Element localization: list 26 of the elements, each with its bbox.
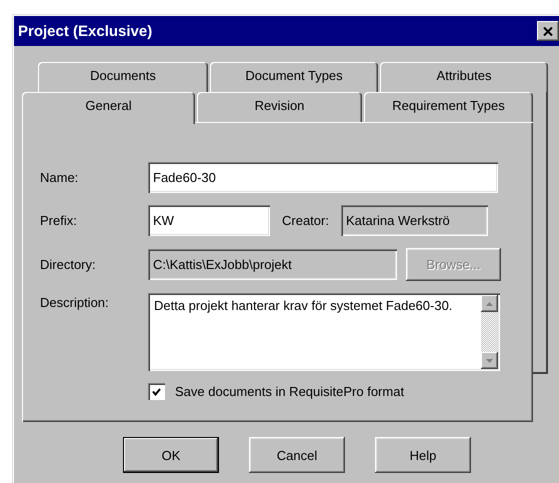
scrollbar[interactable]: [481, 295, 498, 369]
description-field[interactable]: Detta projekt hanterar krav för systemet Fade60-30.: [148, 293, 500, 371]
description-label: Description:: [40, 294, 110, 310]
dialog-button[interactable]: Help: [375, 437, 471, 473]
check-icon: [152, 388, 161, 396]
dialog-button[interactable]: Cancel: [249, 437, 345, 473]
creator-label: Creator:: [282, 213, 329, 228]
prefix-label: Prefix:: [40, 213, 78, 228]
tab[interactable]: Attributes: [380, 62, 548, 92]
window-title: Project (Exclusive): [18, 22, 152, 40]
dialog-button[interactable]: OK: [123, 437, 219, 473]
tab[interactable]: Requirement Types: [364, 92, 533, 122]
tab[interactable]: Document Types: [210, 62, 378, 92]
tab[interactable]: General: [22, 92, 195, 124]
name-label: Name:: [40, 170, 80, 185]
checkbox[interactable]: [148, 383, 165, 400]
tab[interactable]: Revision: [197, 92, 362, 122]
up-arrow-icon: [486, 302, 493, 306]
checkbox-label: Save documents in RequisitePro format: [175, 384, 404, 399]
name-field[interactable]: Fade60-30: [148, 162, 498, 193]
directory-label: Directory:: [40, 257, 97, 272]
prefix-field[interactable]: KW: [148, 205, 270, 236]
down-arrow-icon: [486, 358, 493, 362]
tab[interactable]: Documents: [38, 62, 208, 92]
close-icon: [543, 26, 553, 36]
close-button[interactable]: [537, 21, 559, 41]
